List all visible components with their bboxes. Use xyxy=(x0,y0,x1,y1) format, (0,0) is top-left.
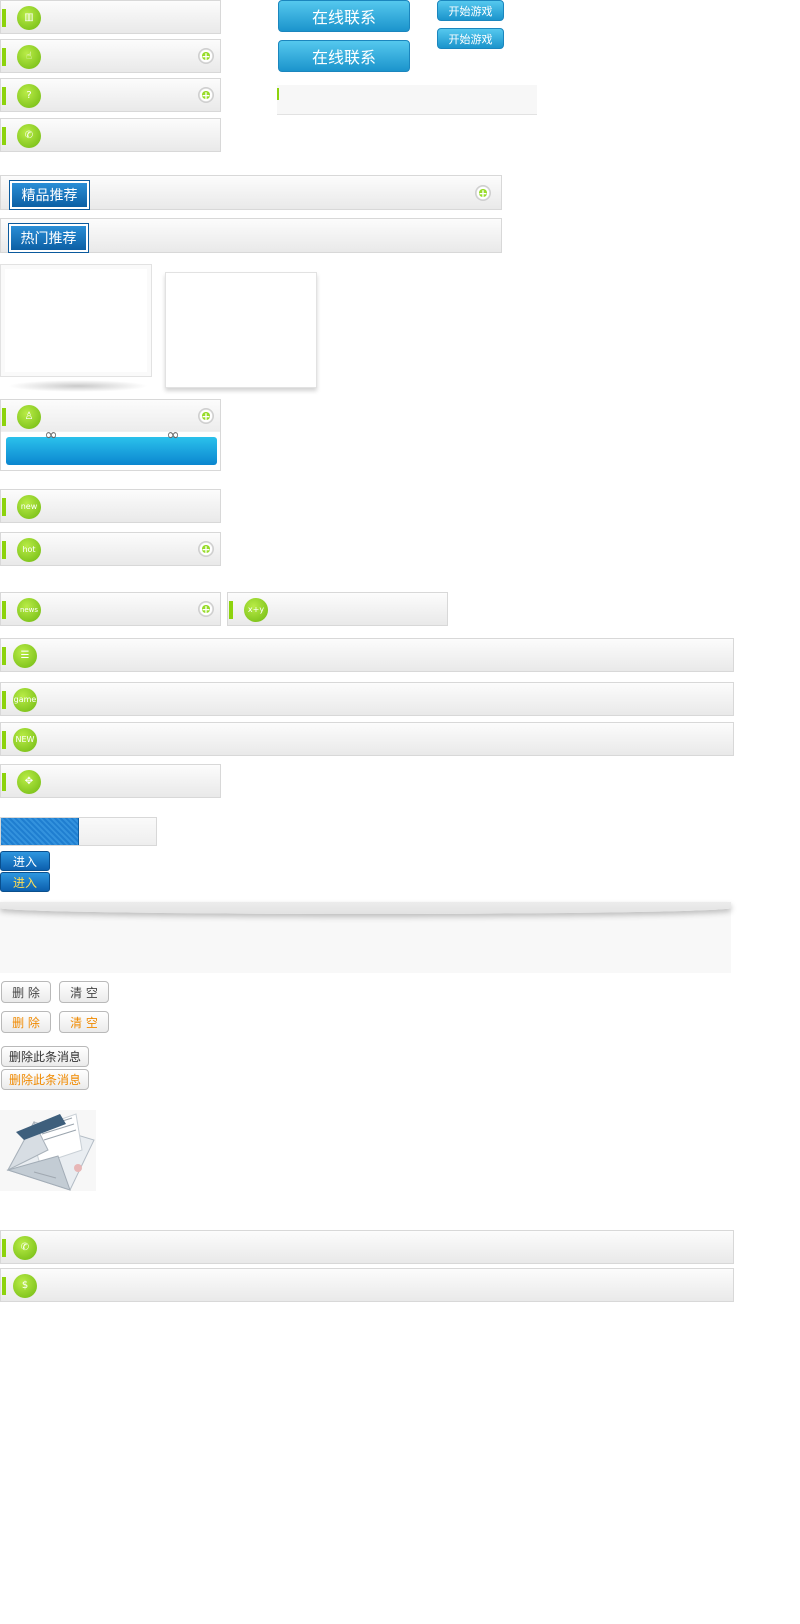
section-title-bar xyxy=(277,85,537,115)
game-icon: game xyxy=(13,688,37,712)
bar-chart-icon: ▥ xyxy=(17,6,41,30)
panel-top-shadow xyxy=(0,902,731,914)
accent-stripe xyxy=(2,647,6,665)
tab-active[interactable] xyxy=(1,818,79,845)
delete-message-button-hover[interactable]: 删除此条消息 xyxy=(1,1069,89,1090)
apps-icon: ✥ xyxy=(17,770,41,794)
featured-recommend-header: 精品推荐 + xyxy=(0,175,502,210)
enter-button[interactable]: 进入 xyxy=(0,851,50,871)
panel-header-new: new xyxy=(0,489,221,523)
start-game-button-hover[interactable]: 开始游戏 xyxy=(437,28,504,49)
new-icon: new xyxy=(17,495,41,519)
hand-pointer-icon: ☝ xyxy=(17,45,41,69)
expand-plus-icon[interactable]: + xyxy=(198,601,214,617)
expand-plus-icon[interactable]: + xyxy=(198,408,214,424)
wide-header-call: ✆ xyxy=(0,1230,734,1264)
accent-stripe xyxy=(2,408,6,426)
accent-stripe xyxy=(2,773,6,791)
accent-stripe xyxy=(277,88,279,100)
formula-icon: x+y xyxy=(244,598,268,622)
accent-stripe xyxy=(2,691,6,709)
expand-plus-icon[interactable]: + xyxy=(198,48,214,64)
phone-call-icon: ✆ xyxy=(13,1236,37,1260)
delete-button[interactable]: 删 除 xyxy=(1,981,51,1003)
ring-clip-icon: ∞ xyxy=(44,425,58,444)
expand-plus-icon[interactable]: + xyxy=(198,87,214,103)
accent-stripe xyxy=(2,9,6,27)
new-badge-icon: NEW xyxy=(13,728,37,752)
contact-online-button-hover[interactable]: 在线联系 xyxy=(278,40,410,72)
wide-header-list: ☰ xyxy=(0,638,734,672)
ring-clip-icon: ∞ xyxy=(166,425,180,444)
delete-button-hover[interactable]: 删 除 xyxy=(1,1011,51,1033)
photo-frame xyxy=(0,264,152,377)
panel-header-news: news + xyxy=(0,592,221,626)
accent-stripe xyxy=(2,87,6,105)
panel-header-stats: ▥ xyxy=(0,0,221,34)
accent-stripe xyxy=(2,1239,6,1257)
content-panel xyxy=(0,902,731,973)
contact-online-button[interactable]: 在线联系 xyxy=(278,0,410,32)
money-icon: $ xyxy=(13,1274,37,1298)
accent-stripe xyxy=(2,498,6,516)
photo-shadow xyxy=(8,380,148,392)
accent-stripe xyxy=(2,731,6,749)
list-icon: ☰ xyxy=(13,644,37,668)
hot-recommend-header: 热门推荐 xyxy=(0,218,502,253)
wide-header-game: game xyxy=(0,682,734,716)
question-icon: ? xyxy=(17,84,41,108)
panel-header-hot: hot + xyxy=(0,532,221,566)
panel-header-help: ? + xyxy=(0,78,221,112)
panel-header-phone: ✆ xyxy=(0,118,221,152)
accent-stripe xyxy=(2,541,6,559)
panel-header-apps: ✥ xyxy=(0,764,221,798)
photo-frame xyxy=(165,272,317,388)
wide-header-new: NEW xyxy=(0,722,734,756)
start-game-button[interactable]: 开始游戏 xyxy=(437,0,504,21)
panel-header-hand: ☝ + xyxy=(0,39,221,73)
panel-header-formula: x+y xyxy=(227,592,448,626)
enter-button-hover[interactable]: 进入 xyxy=(0,872,50,892)
clear-button-hover[interactable]: 清 空 xyxy=(59,1011,109,1033)
accent-stripe xyxy=(2,1277,6,1295)
expand-plus-icon[interactable]: + xyxy=(198,541,214,557)
news-icon: news xyxy=(17,598,41,622)
tab-strip xyxy=(0,817,157,846)
phone-icon: ✆ xyxy=(17,124,41,148)
clear-button[interactable]: 清 空 xyxy=(59,981,109,1003)
expand-plus-icon[interactable]: + xyxy=(475,185,491,201)
accent-stripe xyxy=(2,601,6,619)
tab-featured[interactable]: 精品推荐 xyxy=(9,180,90,210)
delete-message-button[interactable]: 删除此条消息 xyxy=(1,1046,89,1067)
accent-stripe xyxy=(2,127,6,145)
tab-hot[interactable]: 热门推荐 xyxy=(8,223,89,253)
person-icon: ♙ xyxy=(17,405,41,429)
accent-stripe xyxy=(2,48,6,66)
hot-icon: hot xyxy=(17,538,41,562)
accent-stripe xyxy=(229,601,233,619)
wide-header-money: $ xyxy=(0,1268,734,1302)
hanging-blue-board xyxy=(6,437,217,465)
envelope-icon xyxy=(0,1110,96,1191)
panel-header-person: ♙ + ∞ ∞ xyxy=(0,399,221,471)
